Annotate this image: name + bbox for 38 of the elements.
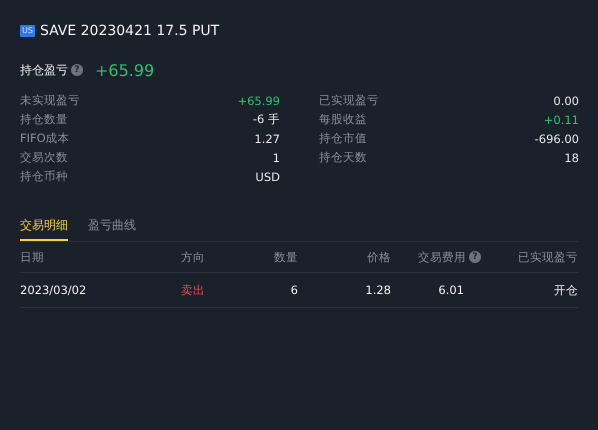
stat-value: 1 [272,150,280,164]
column-header: 价格 [367,250,391,264]
stat-value: -696.00 [534,132,579,146]
table-cell-text: 卖出 [181,282,206,298]
stat-value: +65.99 [237,94,280,108]
table-cell-text: 6.01 [438,283,465,297]
stat-value: USD [255,170,280,184]
stat-value: 18 [564,150,579,164]
stat-value: -6 手 [252,112,280,127]
table-cell-text: 2023/03/02 [20,283,88,297]
pnl-value: +65.99 [95,60,154,80]
stat-label: 交易次数 [20,150,68,165]
table-cell: 开仓 [554,282,578,298]
column-header: 已实现盈亏 [518,250,578,264]
tab[interactable]: 交易明细 [20,213,68,241]
stat-label: 持仓天数 [319,150,367,165]
column-header: 日期 [20,250,45,264]
column-header: 方向 [181,250,206,264]
stat-label: 持仓币种 [20,169,68,184]
help-icon[interactable]: ? [71,64,83,76]
stat-label: 持仓市值 [319,131,367,146]
pnl-label: 持仓盈亏 [20,62,68,78]
column-header: 数量 [274,250,298,264]
tab[interactable]: 盈亏曲线 [88,213,136,241]
stat-label: 未实现盈亏 [20,93,80,108]
table-cell: 6 [290,283,298,297]
stat-label: FIFO成本 [20,131,70,146]
stat-value: 1.27 [254,132,280,146]
column-header: 交易费用 [418,250,466,264]
stat-label: 持仓数量 [20,112,68,127]
table-cell: 1.28 [365,283,391,297]
stat-label: 已实现盈亏 [319,93,379,108]
stat-value: 0.00 [553,94,579,108]
stat-value: +0.11 [544,112,579,126]
stat-label: 每股收益 [319,112,367,127]
security-title: SAVE 20230421 17.5 PUT [40,23,220,39]
market-badge: US [20,25,35,37]
help-icon[interactable]: ? [469,251,481,263]
